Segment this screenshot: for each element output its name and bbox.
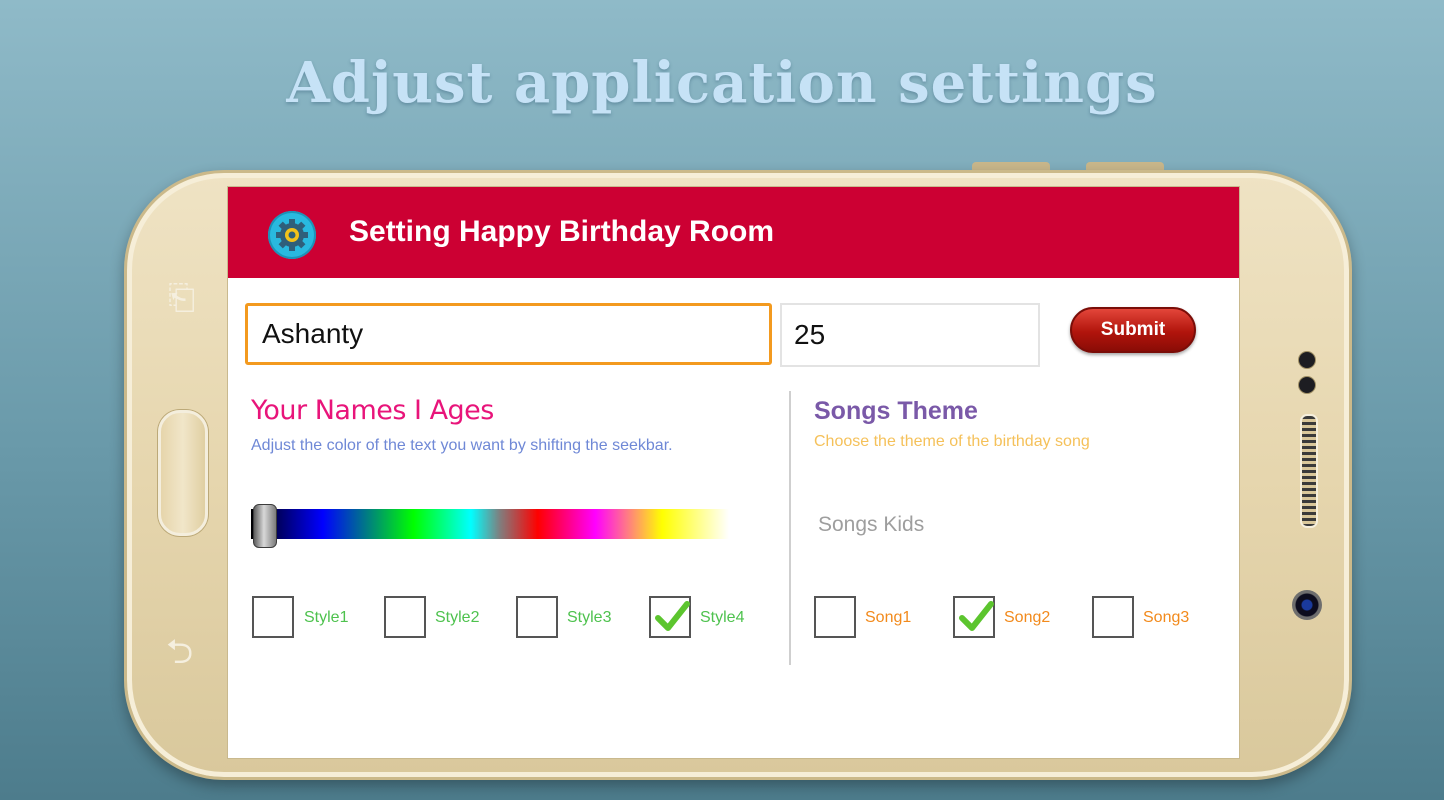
style4-label: Style4 bbox=[700, 609, 745, 626]
power-button bbox=[1086, 162, 1164, 170]
earpiece-speaker bbox=[1300, 414, 1318, 528]
style2-label: Style2 bbox=[435, 609, 480, 626]
style2-checkbox[interactable] bbox=[384, 596, 426, 638]
song1-label: Song1 bbox=[865, 609, 912, 626]
proximity-sensor bbox=[1298, 351, 1316, 369]
song3-checkbox[interactable] bbox=[1092, 596, 1134, 638]
song3-label: Song3 bbox=[1143, 609, 1190, 626]
age-input[interactable] bbox=[780, 303, 1040, 367]
song1-checkbox[interactable] bbox=[814, 596, 856, 638]
song2-checkbox[interactable] bbox=[953, 596, 995, 638]
names-section-title: Your Names I Ages bbox=[251, 395, 494, 426]
song2-label: Song2 bbox=[1004, 609, 1051, 626]
style1-checkbox[interactable] bbox=[252, 596, 294, 638]
front-camera bbox=[1292, 590, 1322, 620]
style1-label: Style1 bbox=[304, 609, 349, 626]
home-button[interactable] bbox=[158, 410, 208, 536]
app-screen: Setting Happy Birthday Room Submit Your … bbox=[227, 186, 1240, 759]
checkmark-icon bbox=[655, 601, 690, 631]
app-toolbar: Setting Happy Birthday Room bbox=[228, 187, 1239, 278]
volume-button bbox=[972, 162, 1050, 170]
names-section-subtitle: Adjust the color of the text you want by… bbox=[251, 437, 673, 454]
page-headline: Adjust application settings bbox=[286, 50, 1158, 116]
style3-checkbox[interactable] bbox=[516, 596, 558, 638]
checkmark-icon bbox=[959, 601, 994, 631]
light-sensor bbox=[1298, 376, 1316, 394]
color-seekbar[interactable] bbox=[251, 509, 729, 539]
songs-section-title: Songs Theme bbox=[814, 397, 978, 425]
style3-label: Style3 bbox=[567, 609, 612, 626]
toolbar-title: Setting Happy Birthday Room bbox=[349, 215, 775, 248]
seekbar-thumb[interactable] bbox=[253, 504, 277, 548]
recent-apps-icon[interactable]: ⎗ bbox=[168, 278, 195, 318]
style4-checkbox[interactable] bbox=[649, 596, 691, 638]
song-theme-dropdown[interactable]: Songs Kids bbox=[818, 513, 924, 537]
name-input[interactable] bbox=[245, 303, 772, 365]
gear-icon bbox=[268, 211, 316, 259]
section-divider bbox=[789, 391, 791, 665]
submit-button[interactable]: Submit bbox=[1070, 307, 1196, 353]
songs-section-subtitle: Choose the theme of the birthday song bbox=[814, 433, 1090, 450]
back-icon[interactable]: ⮌ bbox=[166, 628, 193, 685]
